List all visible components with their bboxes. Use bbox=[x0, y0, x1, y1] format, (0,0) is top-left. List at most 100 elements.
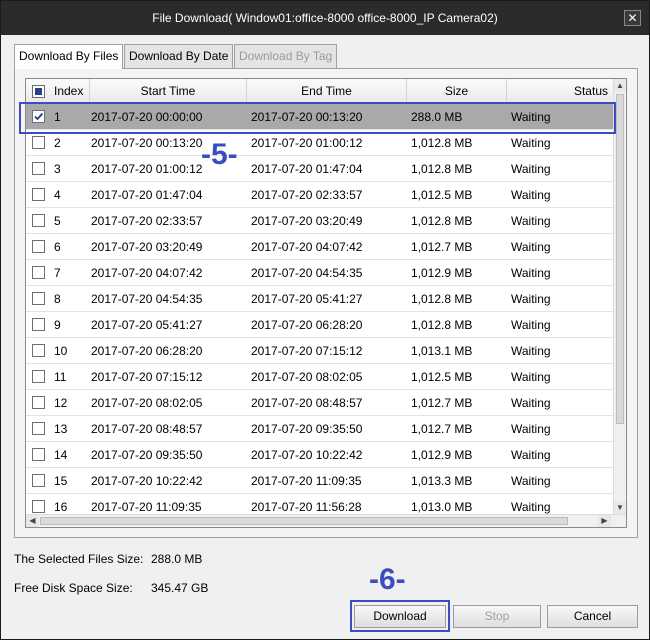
cell-size: 1,012.7 MB bbox=[411, 240, 473, 254]
file-list-table: Index Start Time End Time Size Status 12… bbox=[25, 78, 627, 528]
cell-size: 1,012.8 MB bbox=[411, 318, 473, 332]
close-icon: ✕ bbox=[627, 11, 638, 25]
table-header: Index Start Time End Time Size Status bbox=[26, 79, 614, 103]
table-row[interactable]: 15 2017-07-20 10:22:42 2017-07-20 11:09:35… bbox=[26, 468, 614, 494]
table-row[interactable]: 8 2017-07-20 04:54:35 2017-07-20 05:41:27 1… bbox=[26, 286, 614, 312]
table-row[interactable]: 10 2017-07-20 06:28:20 2017-07-20 07:15:12… bbox=[26, 338, 614, 364]
cell-end-time: 2017-07-20 11:09:35 bbox=[251, 474, 362, 488]
selected-size-value: 288.0 MB bbox=[151, 552, 203, 566]
cell-size: 1,012.7 MB bbox=[411, 422, 473, 436]
table-row[interactable]: 11 2017-07-20 07:15:12 2017-07-20 08:02:05… bbox=[26, 364, 614, 390]
column-start-time[interactable]: Start Time bbox=[90, 79, 247, 103]
row-checkbox[interactable] bbox=[32, 162, 45, 175]
partial-check-icon bbox=[35, 88, 42, 95]
cell-index: 3 bbox=[54, 162, 61, 176]
column-size[interactable]: Size bbox=[407, 79, 507, 103]
cell-size: 1,013.0 MB bbox=[411, 500, 473, 514]
cell-status: Waiting bbox=[511, 422, 551, 436]
table-row[interactable]: 16 2017-07-20 11:09:35 2017-07-20 11:56:28… bbox=[26, 494, 614, 514]
header-index-cell: Index bbox=[26, 79, 90, 103]
row-checkbox[interactable] bbox=[32, 448, 45, 461]
cell-size: 1,012.8 MB bbox=[411, 214, 473, 228]
scroll-down-icon[interactable]: ▼ bbox=[614, 501, 626, 514]
cell-index: 8 bbox=[54, 292, 61, 306]
table-row[interactable]: 5 2017-07-20 02:33:57 2017-07-20 03:20:49 1… bbox=[26, 208, 614, 234]
column-status[interactable]: Status bbox=[507, 79, 614, 103]
select-all-checkbox[interactable] bbox=[32, 85, 45, 98]
cell-end-time: 2017-07-20 04:07:42 bbox=[251, 240, 363, 254]
cell-end-time: 2017-07-20 05:41:27 bbox=[251, 292, 363, 306]
close-button[interactable]: ✕ bbox=[624, 10, 641, 26]
table-row[interactable]: 12 2017-07-20 08:02:05 2017-07-20 08:48:57… bbox=[26, 390, 614, 416]
cell-start-time: 2017-07-20 06:28:20 bbox=[91, 344, 203, 358]
row-checkbox[interactable] bbox=[32, 136, 45, 149]
vertical-scrollbar[interactable]: ▲ ▼ bbox=[613, 79, 626, 514]
row-checkbox[interactable] bbox=[32, 188, 45, 201]
row-checkbox[interactable] bbox=[32, 422, 45, 435]
title-bar: File Download( Window01:office-8000 offi… bbox=[1, 1, 649, 35]
cell-end-time: 2017-07-20 08:48:57 bbox=[251, 396, 363, 410]
cell-end-time: 2017-07-20 01:00:12 bbox=[251, 136, 363, 150]
row-checkbox[interactable] bbox=[32, 110, 45, 123]
cell-index: 11 bbox=[54, 370, 67, 384]
cell-status: Waiting bbox=[511, 370, 551, 384]
table-row[interactable]: 1 2017-07-20 00:00:00 2017-07-20 00:13:20 2… bbox=[26, 104, 614, 130]
cell-index: 5 bbox=[54, 214, 61, 228]
cell-index: 4 bbox=[54, 188, 61, 202]
tab-download-by-date[interactable]: Download By Date bbox=[124, 44, 234, 68]
table-row[interactable]: 14 2017-07-20 09:35:50 2017-07-20 10:22:42… bbox=[26, 442, 614, 468]
row-checkbox[interactable] bbox=[32, 214, 45, 227]
row-checkbox[interactable] bbox=[32, 370, 45, 383]
table-row[interactable]: 2 2017-07-20 00:13:20 2017-07-20 01:00:12 1… bbox=[26, 130, 614, 156]
row-checkbox[interactable] bbox=[32, 266, 45, 279]
row-checkbox[interactable] bbox=[32, 318, 45, 331]
tab-download-by-tag: Download By Tag bbox=[234, 44, 338, 68]
cell-status: Waiting bbox=[511, 474, 551, 488]
column-index[interactable]: Index bbox=[54, 79, 83, 103]
table-row[interactable]: 9 2017-07-20 05:41:27 2017-07-20 06:28:20 1… bbox=[26, 312, 614, 338]
table-row[interactable]: 6 2017-07-20 03:20:49 2017-07-20 04:07:42 1… bbox=[26, 234, 614, 260]
cell-status: Waiting bbox=[511, 292, 551, 306]
horizontal-scroll-thumb[interactable] bbox=[40, 517, 568, 525]
scroll-right-icon[interactable]: ▶ bbox=[598, 515, 611, 527]
cell-status: Waiting bbox=[511, 240, 551, 254]
cell-end-time: 2017-07-20 03:20:49 bbox=[251, 214, 363, 228]
row-checkbox[interactable] bbox=[32, 240, 45, 253]
table-row[interactable]: 4 2017-07-20 01:47:04 2017-07-20 02:33:57 1… bbox=[26, 182, 614, 208]
row-checkbox[interactable] bbox=[32, 344, 45, 357]
horizontal-scrollbar[interactable]: ◀ ▶ bbox=[26, 514, 626, 527]
cell-start-time: 2017-07-20 11:09:35 bbox=[91, 500, 202, 514]
row-checkbox[interactable] bbox=[32, 500, 45, 513]
cell-size: 1,012.8 MB bbox=[411, 292, 473, 306]
cell-status: Waiting bbox=[511, 266, 551, 280]
table-row[interactable]: 13 2017-07-20 08:48:57 2017-07-20 09:35:50… bbox=[26, 416, 614, 442]
table-row[interactable]: 3 2017-07-20 01:00:12 2017-07-20 01:47:04 1… bbox=[26, 156, 614, 182]
cell-start-time: 2017-07-20 04:07:42 bbox=[91, 266, 203, 280]
scroll-up-icon[interactable]: ▲ bbox=[614, 79, 626, 92]
cell-start-time: 2017-07-20 07:15:12 bbox=[91, 370, 203, 384]
tab-download-by-files[interactable]: Download By Files bbox=[14, 44, 124, 69]
row-checkbox[interactable] bbox=[32, 396, 45, 409]
row-checkbox[interactable] bbox=[32, 292, 45, 305]
vertical-scroll-thumb[interactable] bbox=[616, 94, 624, 424]
stop-button: Stop bbox=[453, 605, 541, 628]
row-checkbox[interactable] bbox=[32, 474, 45, 487]
checkmark-icon bbox=[34, 112, 44, 121]
download-button[interactable]: Download bbox=[354, 605, 446, 628]
scroll-left-icon[interactable]: ◀ bbox=[26, 515, 39, 527]
table-row[interactable]: 7 2017-07-20 04:07:42 2017-07-20 04:54:35 1… bbox=[26, 260, 614, 286]
column-end-time[interactable]: End Time bbox=[247, 79, 407, 103]
cancel-button[interactable]: Cancel bbox=[547, 605, 638, 628]
cell-start-time: 2017-07-20 00:13:20 bbox=[91, 136, 203, 150]
cell-end-time: 2017-07-20 10:22:42 bbox=[251, 448, 363, 462]
selected-size-info: The Selected Files Size: 288.0 MB bbox=[14, 552, 202, 566]
cell-index: 14 bbox=[54, 448, 68, 462]
cell-end-time: 2017-07-20 11:56:28 bbox=[251, 500, 362, 514]
cell-index: 7 bbox=[54, 266, 61, 280]
cell-start-time: 2017-07-20 00:00:00 bbox=[91, 110, 203, 124]
cell-start-time: 2017-07-20 10:22:42 bbox=[91, 474, 203, 488]
cell-status: Waiting bbox=[511, 318, 551, 332]
cell-status: Waiting bbox=[511, 448, 551, 462]
cell-index: 2 bbox=[54, 136, 61, 150]
callout-5: -5- bbox=[201, 138, 238, 171]
